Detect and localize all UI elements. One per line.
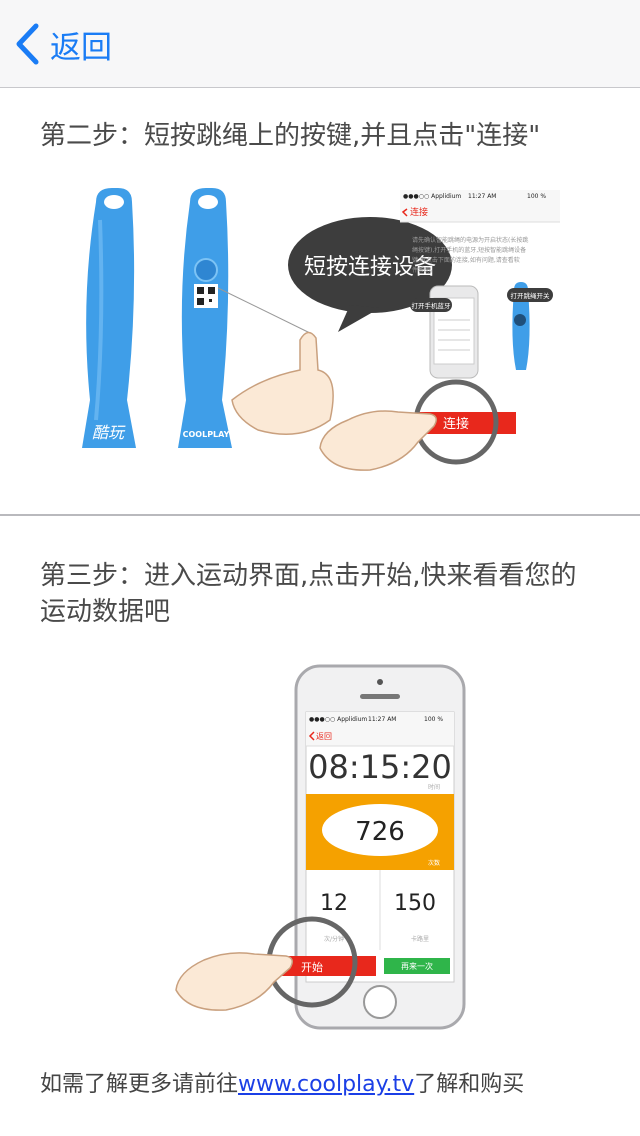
step3-title: 第三步：进入运动界面,点击开始,快来看看您的运动数据吧: [40, 561, 577, 627]
section-divider: [0, 514, 640, 516]
step3-illustration: ●●●○○ Applidium 11:27 AM 100 % 返回 08:15:…: [175, 664, 466, 1030]
footer-prefix: 如需了解更多请前往: [40, 1072, 239, 1097]
rope-handle-back: COOLPLAY: [178, 188, 232, 448]
inner-back-label: 返回: [316, 732, 332, 741]
footer-suffix: 了解和购买: [414, 1072, 525, 1097]
svg-text:件帮助。: 件帮助。: [412, 266, 436, 274]
stat-right-value: 150: [394, 891, 436, 916]
pointing-hand-3: [175, 952, 293, 1011]
rope-logo: 酷玩: [92, 423, 126, 442]
mini-back-label: 连接: [410, 206, 428, 218]
back-label: 返回: [50, 29, 112, 66]
svg-text:11:27 AM: 11:27 AM: [368, 716, 396, 723]
step2-illustration: 酷玩 COOLPLAY 短按连接设备 ●●●○○ Applidium 11:27…: [82, 188, 560, 471]
svg-text:11:27 AM: 11:27 AM: [468, 193, 496, 200]
rope-handle-front: 酷玩: [82, 188, 136, 448]
coolplay-link[interactable]: www.coolplay.tv: [238, 1072, 414, 1097]
svg-text:次数: 次数: [428, 859, 440, 867]
pointing-hand-1: [231, 331, 334, 435]
svg-text:卡路里: 卡路里: [411, 935, 429, 943]
chevron-left-icon: [16, 23, 39, 65]
svg-text:100 %: 100 %: [424, 716, 443, 723]
count-value: 726: [355, 817, 405, 847]
step2-title: 第二步：短按跳绳上的按键,并且点击"连接": [40, 121, 541, 151]
speech-bubble: 短按连接设备: [288, 217, 452, 332]
svg-text:绳按键),打开手机的蓝牙,短按智能跳绳设备: 绳按键),打开手机的蓝牙,短按智能跳绳设备: [412, 246, 526, 254]
back-button[interactable]: 返回: [14, 20, 112, 68]
svg-text:键,再点击下面的连接,如有问题,请查看软: 键,再点击下面的连接,如有问题,请查看软: [412, 256, 520, 264]
svg-text:打开跳绳开关: 打开跳绳开关: [511, 291, 551, 300]
rope-brand: COOLPLAY: [183, 430, 230, 439]
home-button: [363, 985, 397, 1019]
svg-text:次/分钟: 次/分钟: [324, 935, 344, 943]
timer-value: 08:15:20: [308, 748, 452, 786]
svg-text:●●●○○ Applidium: ●●●○○ Applidium: [309, 716, 367, 723]
navigation-bar: 返回: [0, 0, 640, 88]
footer-text: 如需了解更多请前往www.coolplay.tv了解和购买: [40, 1066, 524, 1098]
svg-text:请先确认智能跳绳的电源为开启状态(长按跳: 请先确认智能跳绳的电源为开启状态(长按跳: [412, 236, 528, 244]
start-button-label: 开始: [301, 960, 323, 974]
connect-button-label: 连接: [443, 416, 469, 432]
svg-text:●●●○○ Applidium: ●●●○○ Applidium: [403, 193, 461, 200]
svg-text:时间: 时间: [428, 783, 440, 791]
again-button-label: 再来一次: [401, 961, 433, 971]
stat-left-value: 12: [320, 891, 348, 916]
svg-text:100 %: 100 %: [527, 193, 546, 200]
pointing-hand-2: [319, 410, 437, 471]
svg-text:打开手机蓝牙: 打开手机蓝牙: [412, 301, 452, 310]
